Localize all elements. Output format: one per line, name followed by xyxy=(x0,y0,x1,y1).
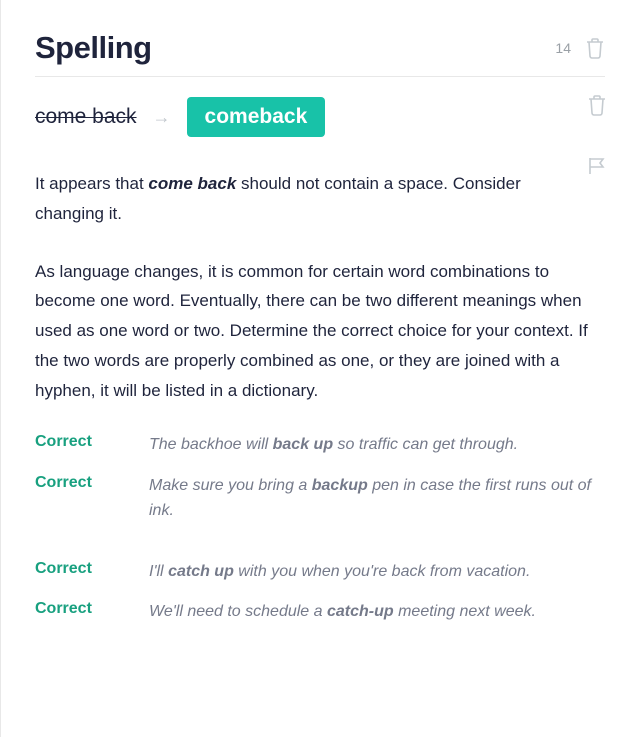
example-group: Correct The backhoe will back up so traf… xyxy=(35,433,605,523)
explanation-text: It appears that come back should not con… xyxy=(35,169,605,229)
example-label: Correct xyxy=(35,600,125,625)
explanation-highlight: come back xyxy=(148,174,236,193)
card-header: Spelling 14 xyxy=(35,30,605,77)
header-actions: 14 xyxy=(555,37,605,59)
example-pre: The backhoe will xyxy=(149,436,273,453)
example-pre: Make sure you bring a xyxy=(149,477,312,494)
example-row: Correct The backhoe will back up so traf… xyxy=(35,433,605,458)
examples-list: Correct The backhoe will back up so traf… xyxy=(35,433,605,625)
example-bold: back up xyxy=(273,436,333,453)
example-text: I'll catch up with you when you're back … xyxy=(149,560,605,585)
correction-row: come back → comeback xyxy=(35,97,605,137)
example-post: with you when you're back from vacation. xyxy=(234,563,531,580)
example-row: Correct Make sure you bring a backup pen… xyxy=(35,474,605,524)
explanation-pre: It appears that xyxy=(35,174,148,193)
example-group: Correct I'll catch up with you when you'… xyxy=(35,560,605,626)
example-row: Correct I'll catch up with you when you'… xyxy=(35,560,605,585)
suggestion-button[interactable]: comeback xyxy=(187,97,326,137)
detail-text: As language changes, it is common for ce… xyxy=(35,257,605,406)
example-bold: backup xyxy=(312,477,368,494)
example-text: We'll need to schedule a catch-up meetin… xyxy=(149,600,605,625)
example-bold: catch up xyxy=(168,563,234,580)
example-pre: We'll need to schedule a xyxy=(149,603,327,620)
example-bold: catch-up xyxy=(327,603,394,620)
trash-icon[interactable] xyxy=(587,94,607,116)
example-text: Make sure you bring a backup pen in case… xyxy=(149,474,605,524)
example-label: Correct xyxy=(35,474,125,524)
flag-icon[interactable] xyxy=(587,156,607,176)
trash-icon[interactable] xyxy=(585,37,605,59)
original-text: come back xyxy=(35,105,137,129)
side-actions xyxy=(587,94,607,176)
example-text: The backhoe will back up so traffic can … xyxy=(149,433,605,458)
example-label: Correct xyxy=(35,560,125,585)
example-label: Correct xyxy=(35,433,125,458)
issue-count: 14 xyxy=(555,40,571,56)
example-post: meeting next week. xyxy=(394,603,536,620)
example-row: Correct We'll need to schedule a catch-u… xyxy=(35,600,605,625)
arrow-icon: → xyxy=(153,107,171,128)
example-pre: I'll xyxy=(149,563,168,580)
spelling-card: Spelling 14 come back → comeback It ap xyxy=(0,0,639,737)
example-post: so traffic can get through. xyxy=(333,436,518,453)
card-title: Spelling xyxy=(35,30,152,66)
